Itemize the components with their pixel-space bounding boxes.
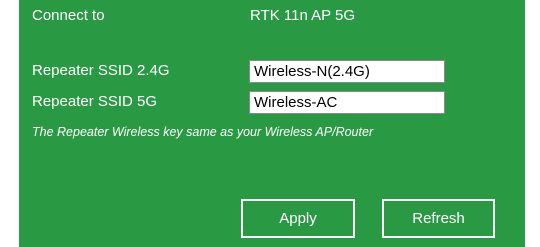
wireless-key-note: The Repeater Wireless key same as your W… <box>32 125 374 139</box>
repeater-ssid-5g-label: Repeater SSID 5G <box>32 93 158 110</box>
repeater-ssid-5g-input[interactable] <box>249 91 445 114</box>
connect-to-value: RTK 11n AP 5G <box>250 7 356 24</box>
repeater-ssid-24g-label: Repeater SSID 2.4G <box>32 62 170 79</box>
repeater-settings-panel: Connect to RTK 11n AP 5G Repeater SSID 2… <box>19 0 525 247</box>
refresh-button[interactable]: Refresh <box>382 199 495 238</box>
connect-to-label: Connect to <box>32 7 105 24</box>
repeater-ssid-24g-input[interactable] <box>249 60 445 83</box>
apply-button[interactable]: Apply <box>241 199 355 238</box>
